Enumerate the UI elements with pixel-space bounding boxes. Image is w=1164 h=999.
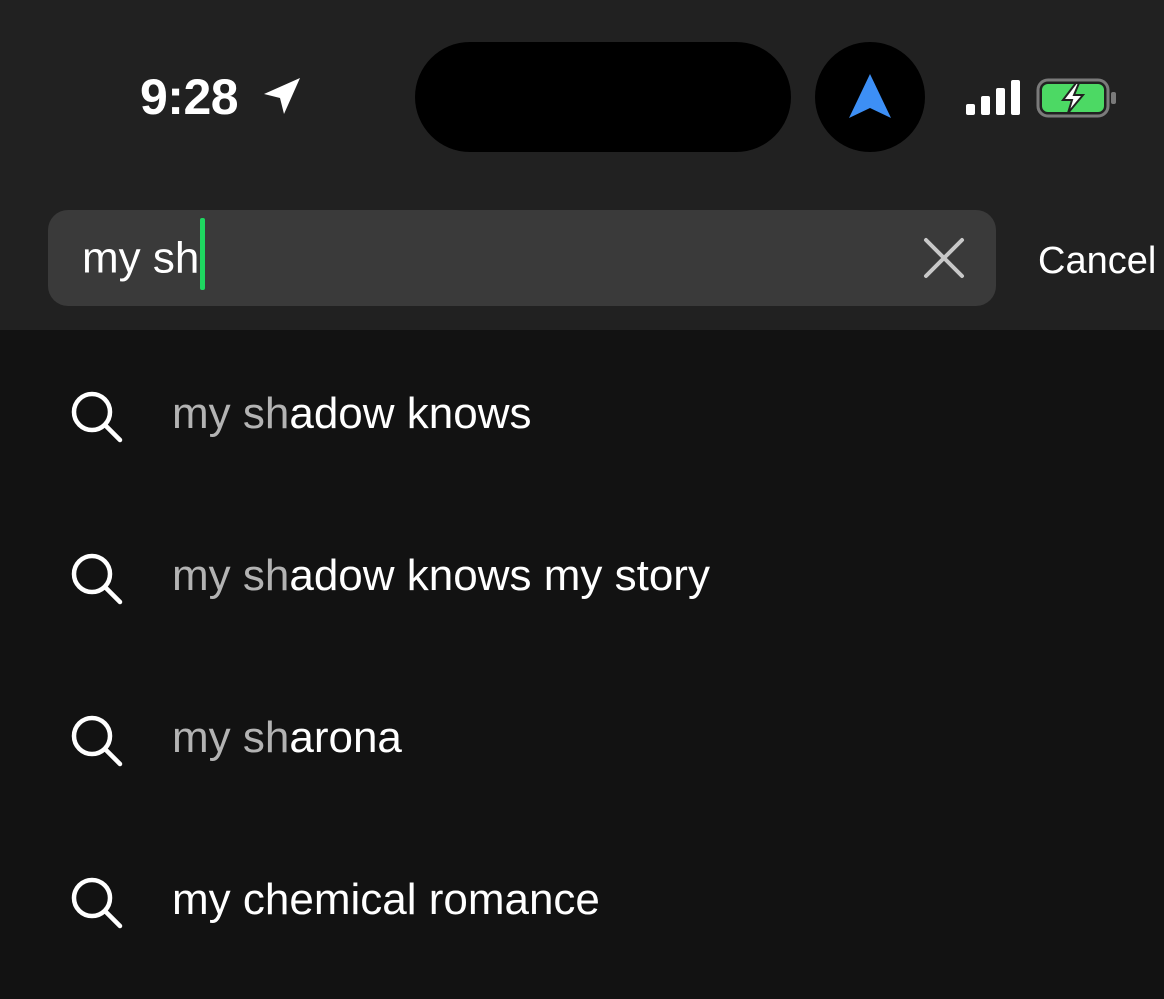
suggestion-label: my shadow knows my story [172,550,710,602]
cancel-button[interactable]: Cancel [1038,238,1156,284]
suggestion-rest: arona [289,713,402,762]
suggestion-item[interactable]: my shadow knows [0,332,1164,494]
suggestion-item[interactable]: my sharona [0,656,1164,818]
suggestion-match: my sh [172,713,290,762]
status-time: 9:28 [140,69,239,125]
suggestion-rest: adow knows my story [289,551,710,600]
header-area: 9:28 my sh Cancel [0,0,1164,330]
search-icon [71,391,123,443]
suggestion-match: my sh [172,551,290,600]
navigation-icon [849,74,891,118]
suggestion-item[interactable]: my chemical romance [0,818,1164,980]
battery-charging-icon [1036,78,1116,118]
close-icon[interactable] [916,230,972,286]
suggestion-label: my chemical romance [172,874,600,926]
search-input-text[interactable]: my sh [82,218,206,290]
dynamic-island [415,42,791,152]
suggestion-rest: adow knows [289,389,532,438]
search-icon [71,715,123,767]
suggestion-match: my sh [172,389,290,438]
search-icon [71,877,123,929]
suggestion-label: my sharona [172,712,402,764]
search-input[interactable]: my sh [48,210,996,306]
location-arrow-icon [264,78,300,114]
cellular-signal-icon [966,80,1020,115]
text-caret [200,218,206,290]
search-icon [71,553,123,605]
suggestion-rest: my chemical romance [172,875,600,924]
navigation-activity[interactable] [815,42,925,152]
search-screen: 9:28 my sh Cancel my shadow knows my sha… [0,0,1164,999]
suggestion-item[interactable]: my shadow knows my story [0,494,1164,656]
search-query: my sh [82,233,200,283]
suggestion-label: my shadow knows [172,388,532,440]
